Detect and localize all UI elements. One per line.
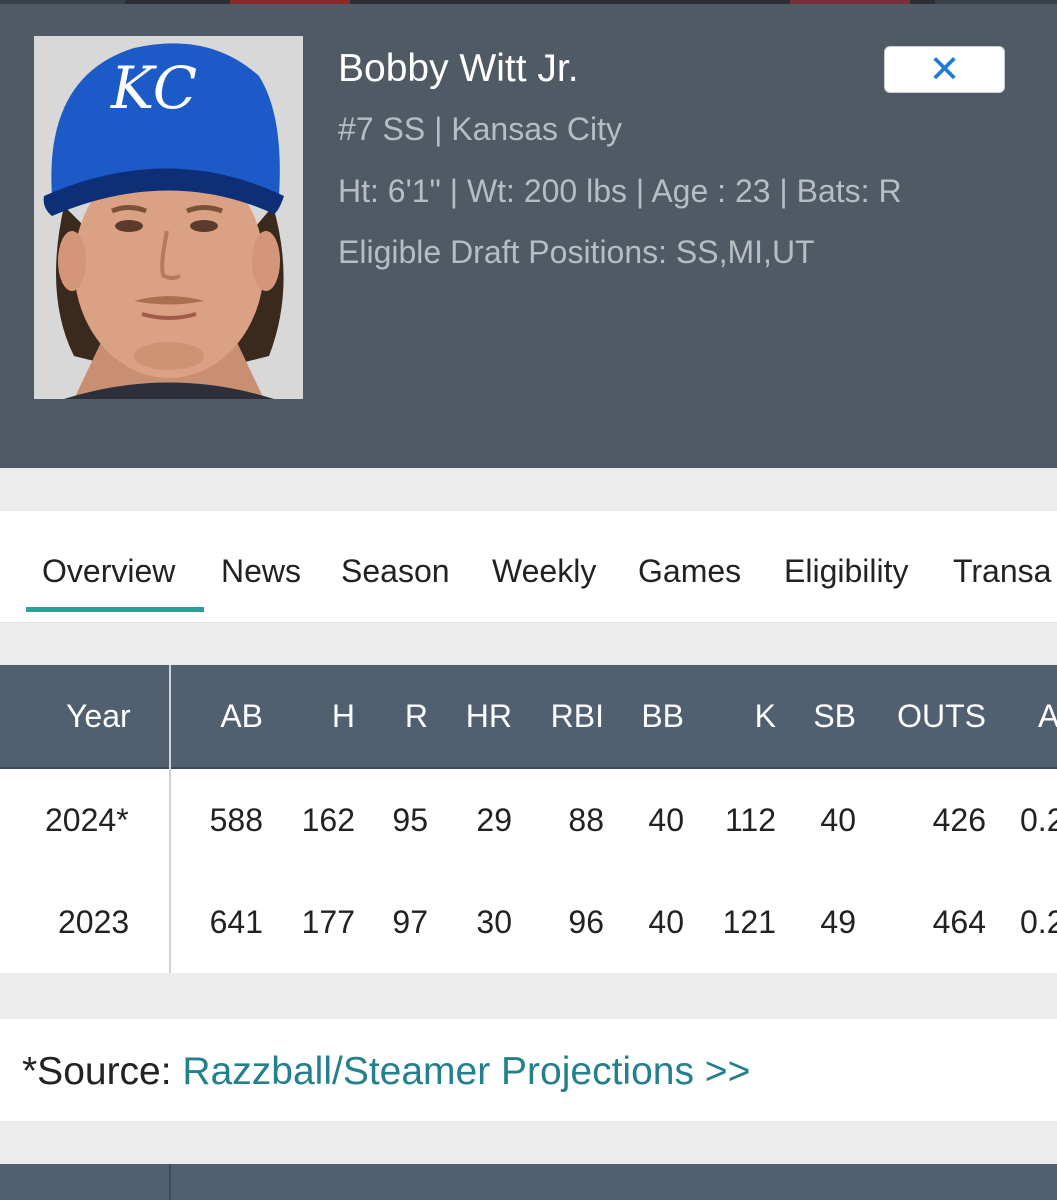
source-prefix: *Source: (22, 1050, 183, 1093)
cell-h: 162 (301, 802, 355, 838)
tab-bar: Overview News Season Weekly Games Eligib… (0, 511, 1057, 623)
cell-avg: 0.2 (1020, 904, 1057, 940)
source-label: *Source: Razzball/Steamer Projections >> (22, 1049, 750, 1095)
cell-outs: 426 (932, 802, 986, 838)
header-r[interactable]: R (390, 697, 428, 735)
column-divider (169, 665, 171, 973)
header-ab[interactable]: AB (213, 697, 263, 735)
player-number-position-team: #7 SS | Kansas City (338, 111, 622, 147)
cell-outs: 464 (932, 904, 986, 940)
next-table-header (0, 1164, 1057, 1200)
column-divider (169, 1164, 171, 1200)
tab-season[interactable]: Season (341, 553, 450, 589)
header-avg[interactable]: A (1038, 697, 1057, 735)
cell-hr: 29 (476, 802, 512, 838)
tab-transactions[interactable]: Transa (953, 553, 1051, 589)
cell-h: 177 (301, 904, 355, 940)
stats-table-header: Year AB H R HR RBI BB K SB OUTS A (0, 665, 1057, 769)
cell-avg: 0.2 (1020, 802, 1057, 838)
header-bb[interactable]: BB (630, 697, 684, 735)
cell-bb: 40 (648, 904, 684, 940)
stats-table: Year AB H R HR RBI BB K SB OUTS A 2024* … (0, 665, 1057, 973)
header-k[interactable]: K (736, 697, 776, 735)
svg-text:KC: KC (110, 54, 197, 122)
header-hr[interactable]: HR (458, 697, 512, 735)
table-row: 2023 641 177 97 30 96 40 121 49 464 0.2 (0, 871, 1057, 973)
header-sb[interactable]: SB (800, 697, 856, 735)
cell-rbi: 88 (568, 802, 604, 838)
cell-k: 112 (724, 802, 776, 838)
tab-overview[interactable]: Overview (42, 553, 175, 589)
header-h[interactable]: H (315, 697, 355, 735)
header-year[interactable]: Year (66, 697, 131, 735)
projections-link[interactable]: Razzball/Steamer Projections >> (182, 1050, 750, 1093)
cell-sb: 40 (820, 802, 856, 838)
cell-r: 95 (392, 802, 428, 838)
player-bio: Ht: 6'1" | Wt: 200 lbs | Age : 23 | Bats… (338, 173, 902, 209)
cell-ab: 588 (209, 802, 263, 838)
cell-bb: 40 (648, 802, 684, 838)
cell-sb: 49 (820, 904, 856, 940)
table-row: 2024* 588 162 95 29 88 40 112 40 426 0.2 (0, 769, 1057, 873)
player-headshot-icon: KC (34, 36, 303, 399)
player-header: KC Bobby Witt Jr. #7 SS | Kansas City Ht… (0, 4, 1057, 468)
header-outs[interactable]: OUTS (886, 697, 986, 735)
player-photo: KC (34, 36, 303, 399)
header-rbi[interactable]: RBI (540, 697, 604, 735)
player-eligible-positions: Eligible Draft Positions: SS,MI,UT (338, 234, 815, 270)
tab-eligibility[interactable]: Eligibility (784, 553, 908, 589)
close-button[interactable]: ✕ (884, 46, 1005, 93)
source-note: *Source: Razzball/Steamer Projections >> (0, 1019, 1057, 1121)
tab-games[interactable]: Games (638, 553, 741, 589)
cell-year: 2023 (58, 904, 130, 940)
cell-r: 97 (392, 904, 428, 940)
active-tab-indicator (26, 607, 204, 612)
cell-ab: 641 (209, 904, 263, 940)
cell-year: 2024* (45, 802, 129, 838)
player-name: Bobby Witt Jr. (338, 47, 579, 90)
tab-news[interactable]: News (221, 553, 301, 589)
close-icon: ✕ (928, 48, 961, 91)
cell-k: 121 (722, 904, 776, 940)
cell-hr: 30 (476, 904, 512, 940)
tab-weekly[interactable]: Weekly (492, 553, 596, 589)
cell-rbi: 96 (568, 904, 604, 940)
